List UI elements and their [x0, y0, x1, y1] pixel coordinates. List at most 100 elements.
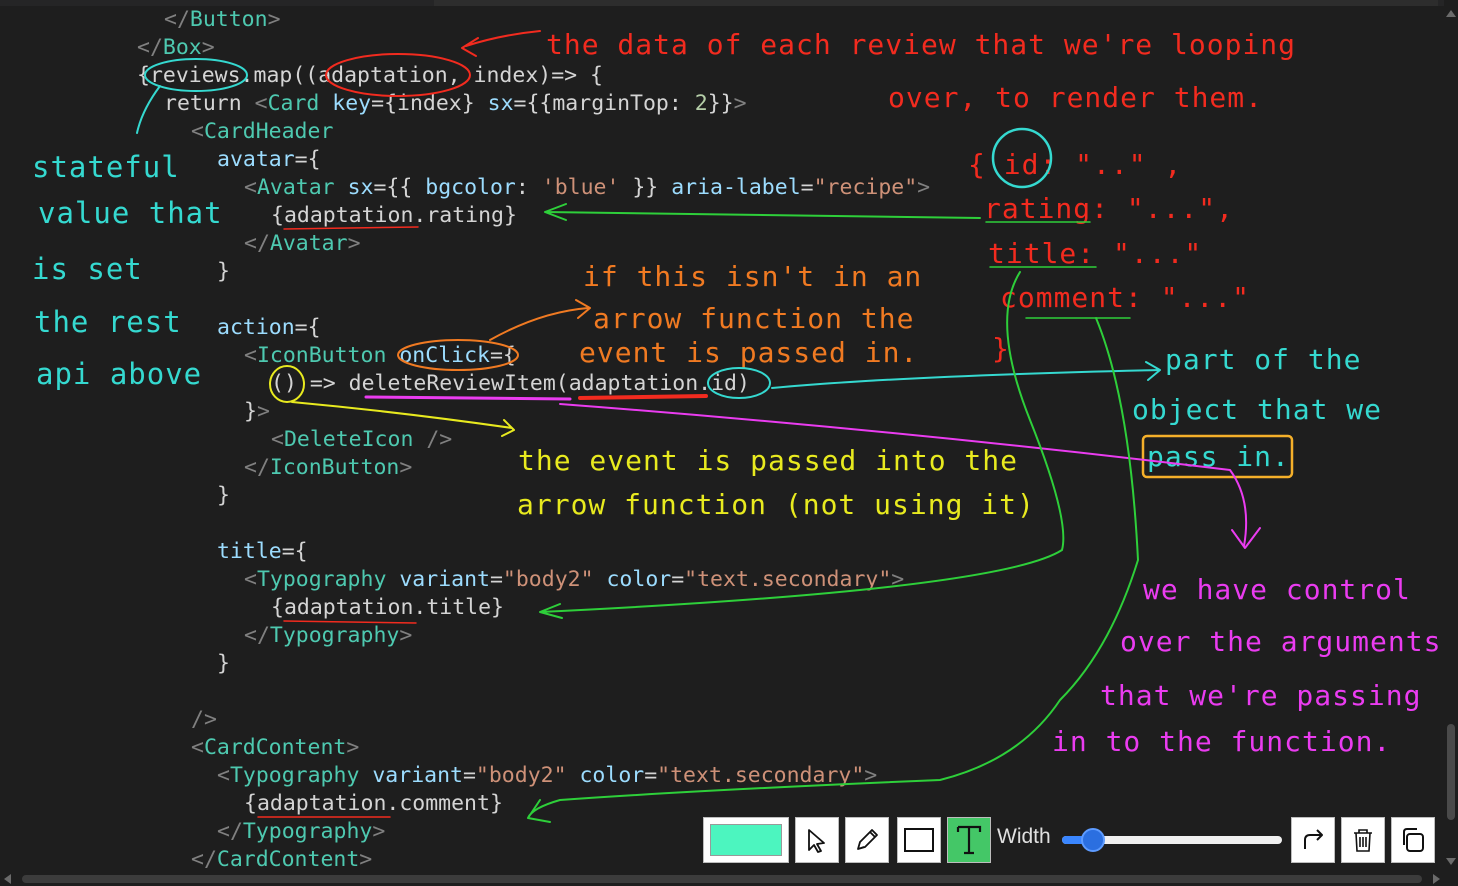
note-control-1: we have control: [1143, 573, 1411, 606]
code-token: Button: [189, 7, 268, 32]
scroll-left-icon[interactable]: [4, 874, 11, 884]
code-token: </: [164, 7, 190, 32]
pen-tool-button[interactable]: [845, 817, 889, 863]
code-token: aria-label: [671, 175, 801, 200]
note-object-id: { id: ".." ,: [968, 148, 1183, 181]
code-token: ={{: [373, 175, 426, 200]
code-token: "text.secondary": [684, 567, 892, 592]
arrow-adaptation: [461, 30, 541, 57]
code-token: {adaptation.rating}: [271, 203, 517, 228]
code-token: }: [217, 651, 230, 676]
note-control-2: over the arguments: [1120, 625, 1442, 658]
copy-button[interactable]: [1391, 817, 1435, 863]
arrow-rating: [544, 203, 981, 221]
note-control-3: that we're passing: [1100, 679, 1422, 712]
code-token: Typography: [256, 567, 387, 592]
width-slider[interactable]: [1062, 828, 1282, 852]
note-stateful-4: the rest: [34, 305, 182, 339]
text-tool-icon: [956, 825, 982, 855]
code-token: }}: [707, 91, 734, 116]
code-line: </Button>: [164, 6, 281, 34]
code-line: action={: [217, 314, 321, 342]
code-token: <: [244, 175, 257, 200]
code-token: >: [201, 35, 215, 60]
code-token: "body2": [475, 763, 567, 788]
stroke-reviews-to-note: [136, 85, 161, 134]
code-token: avatar: [217, 147, 295, 172]
note-object-part-3: pass in.: [1147, 440, 1290, 473]
redo-button[interactable]: [1291, 817, 1335, 863]
code-token: onClick: [399, 343, 490, 368]
code-line: </Avatar>: [244, 230, 361, 258]
code-token: title: [217, 539, 282, 564]
code-line: }: [217, 482, 230, 510]
text-tool-button[interactable]: [947, 817, 991, 863]
note-stateful-3: is set: [32, 252, 143, 286]
code-token: <: [191, 119, 204, 144]
code-token: =: [644, 763, 658, 788]
horizontal-scrollbar[interactable]: [0, 872, 1444, 886]
code-token: </: [217, 819, 243, 844]
code-token: <: [217, 763, 230, 788]
code-token: CardContent: [203, 735, 347, 760]
code-token: variant: [399, 567, 490, 592]
pen-icon: [857, 829, 878, 850]
select-tool-button[interactable]: [795, 817, 839, 863]
code-token: ={{marginTop:: [513, 91, 695, 116]
code-token: Box: [162, 35, 202, 60]
horizontal-scroll-thumb[interactable]: [22, 875, 1422, 883]
trash-icon: [1354, 829, 1372, 852]
code-token: Typography: [242, 819, 373, 844]
code-token: </: [137, 35, 163, 60]
code-token: CardHeader: [203, 119, 334, 144]
code-token: Typography: [229, 763, 360, 788]
note-object-close: }: [992, 332, 1010, 365]
code-token: sx: [347, 175, 374, 200]
code-token: ={: [294, 315, 321, 340]
code-line: <CardHeader: [191, 118, 333, 146]
code-line: </Typography>: [244, 622, 412, 650]
rectangle-icon: [904, 828, 934, 852]
code-token: ={: [281, 539, 308, 564]
code-token: IconButton: [269, 455, 400, 480]
note-arrow-fn-2: arrow function the: [593, 302, 915, 335]
code-line: <Typography variant="body2" color="text.…: [217, 762, 877, 790]
code-line: }>: [244, 398, 270, 426]
code-line: () => deleteReviewItem(adaptation.id): [271, 370, 750, 398]
rectangle-tool-button[interactable]: [897, 817, 941, 863]
vertical-scrollbar[interactable]: [1444, 0, 1458, 872]
code-token: >: [399, 623, 413, 648]
delete-button[interactable]: [1341, 817, 1385, 863]
scroll-up-icon[interactable]: [1446, 10, 1456, 17]
note-arrow-fn-3: event is passed in.: [579, 336, 919, 369]
code-token: () => deleteReviewItem(adaptation.id): [271, 371, 750, 396]
code-token: color: [579, 763, 645, 788]
note-object-part-2: object that we: [1132, 393, 1383, 426]
code-line: title={: [217, 538, 308, 566]
code-token: {reviews.map((adaptation, index)=> {: [137, 63, 603, 88]
code-token: =: [489, 567, 503, 592]
color-picker-button[interactable]: [703, 817, 789, 863]
code-line: <Typography variant="body2" color="text.…: [244, 566, 904, 594]
code-token: <: [191, 735, 204, 760]
slider-thumb[interactable]: [1080, 828, 1105, 852]
code-token: <: [254, 91, 268, 116]
code-token: >: [347, 231, 361, 256]
code-token: <: [244, 343, 257, 368]
vertical-scroll-thumb[interactable]: [1447, 724, 1455, 820]
code-token: }: [244, 399, 257, 424]
code-line: return <Card key={index} sx={{marginTop:…: [164, 90, 747, 118]
code-token: ={: [489, 343, 516, 368]
code-line: }: [217, 258, 230, 286]
code-token: "body2": [502, 567, 594, 592]
code-token: />: [426, 427, 453, 452]
scroll-down-icon[interactable]: [1446, 858, 1456, 865]
scroll-right-icon[interactable]: [1433, 874, 1440, 884]
code-token: 'blue': [541, 175, 620, 200]
code-token: >: [372, 819, 386, 844]
code-line: {reviews.map((adaptation, index)=> {: [137, 62, 603, 90]
code-token: >: [733, 91, 747, 116]
